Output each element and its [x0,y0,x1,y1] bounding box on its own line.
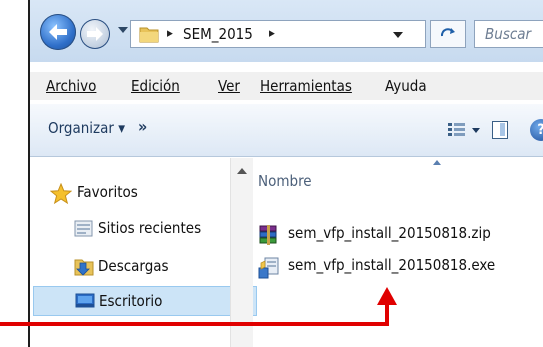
annotation-arrow [0,287,397,326]
